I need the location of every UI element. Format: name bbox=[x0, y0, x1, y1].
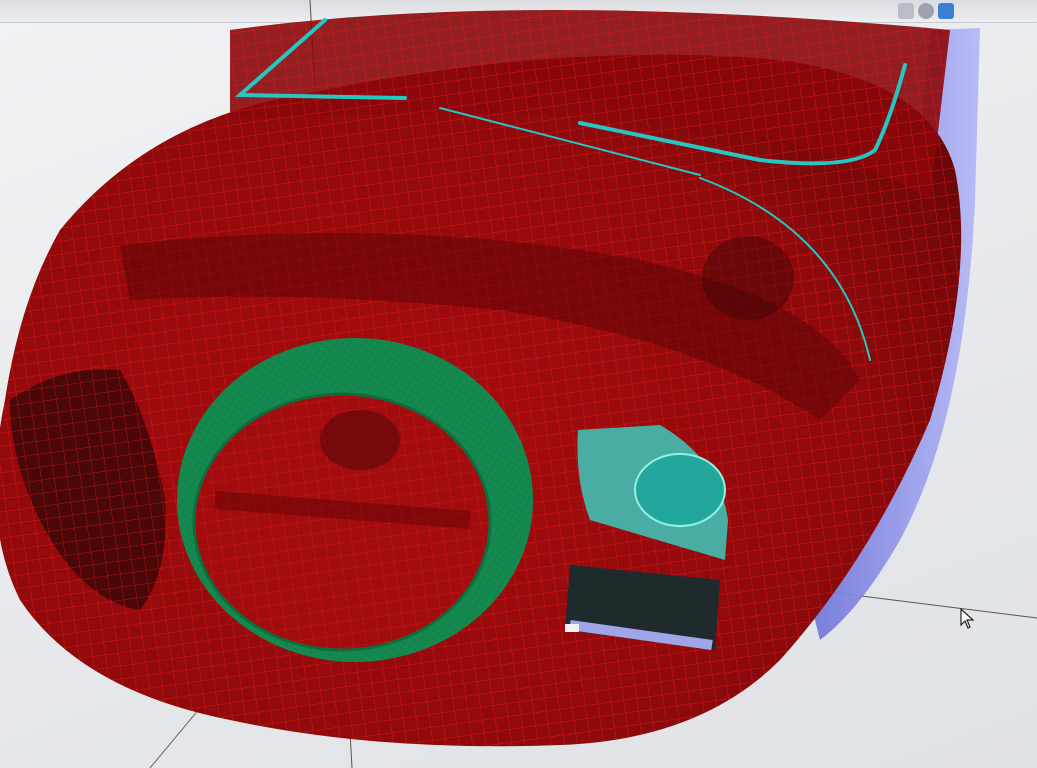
wireframe-model[interactable] bbox=[0, 0, 1037, 768]
3d-viewport[interactable] bbox=[0, 0, 1037, 768]
lens-ring[interactable] bbox=[177, 338, 533, 662]
mouse-pointer-icon bbox=[960, 608, 975, 629]
inner-boss bbox=[702, 236, 794, 320]
inner-hub bbox=[320, 410, 400, 470]
